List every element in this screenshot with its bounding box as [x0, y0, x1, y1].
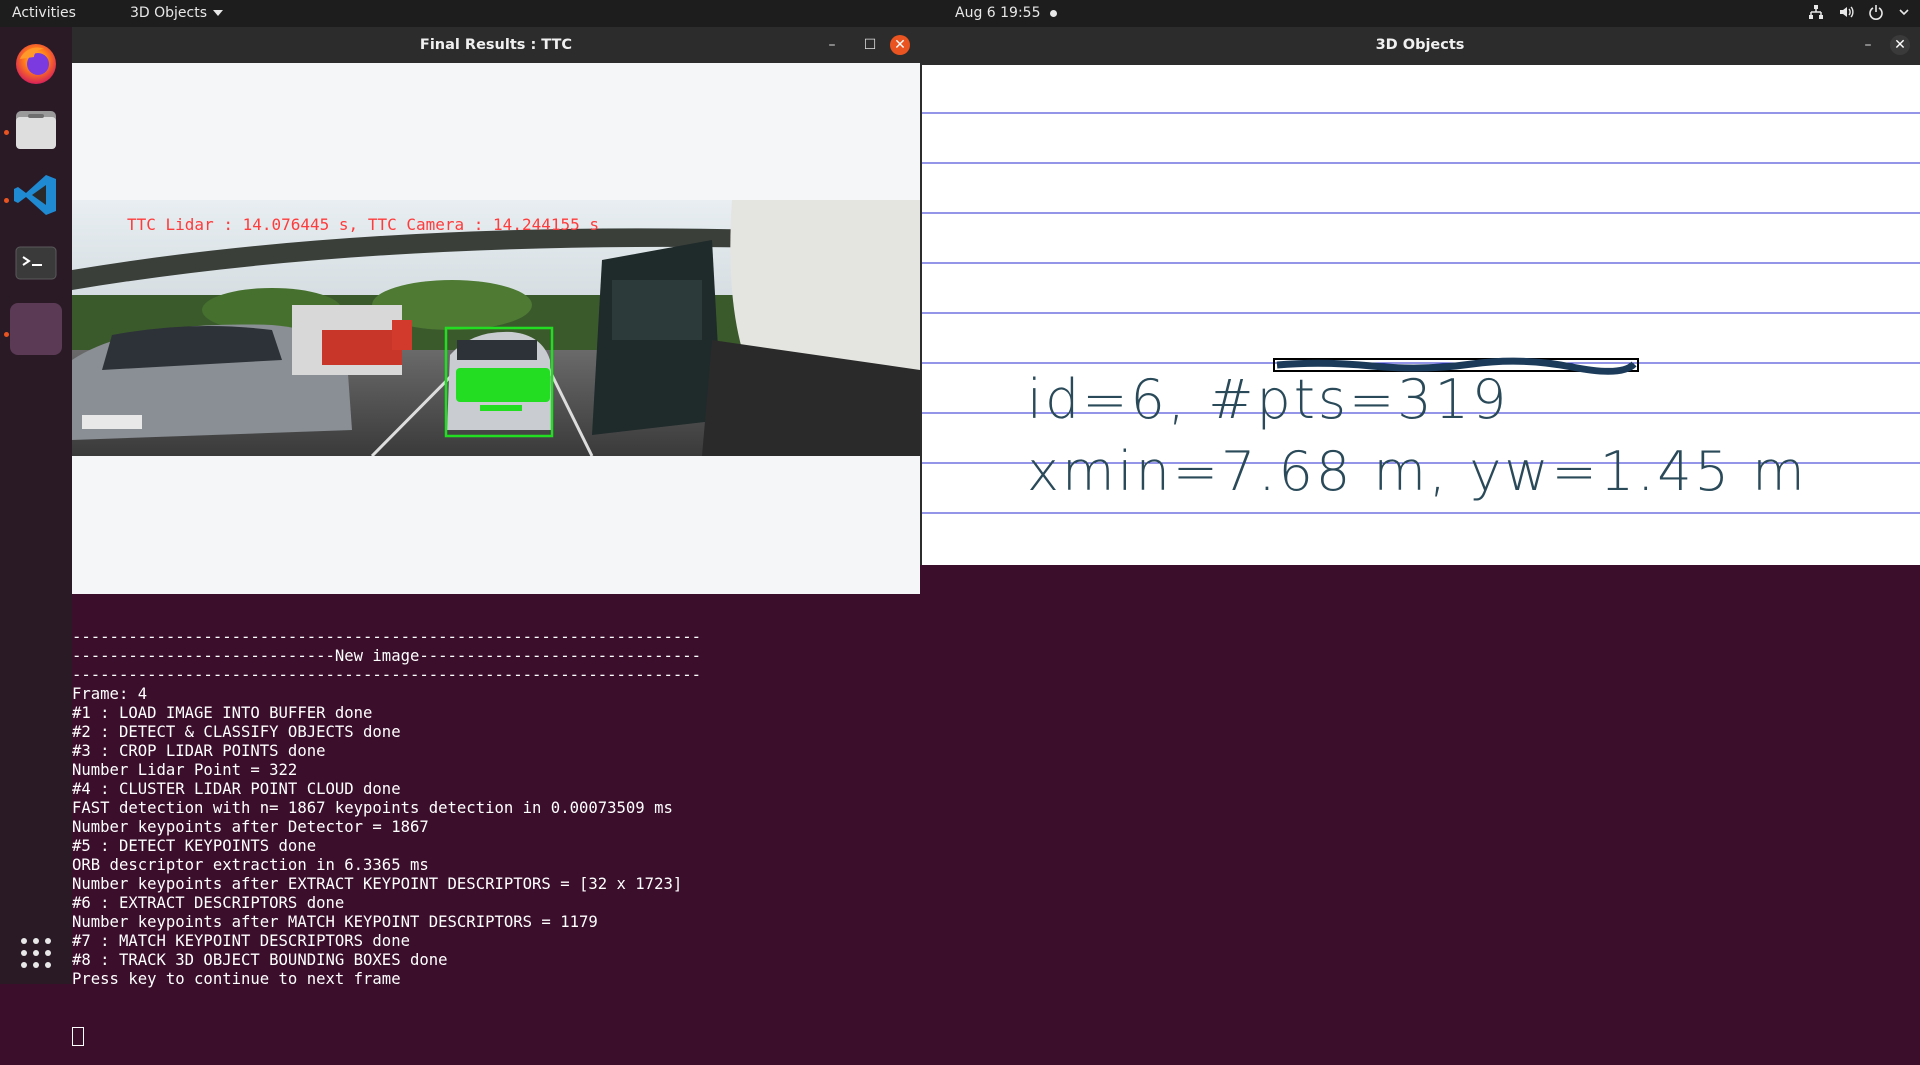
terminal-line: #7 : MATCH KEYPOINT DESCRIPTORS done [72, 932, 410, 950]
camera-frame-image: TTC Lidar : 14.076445 s, TTC Camera : 14… [72, 200, 920, 456]
top-view-canvas: id=6, #pts=319 xmin=7.68 m, yw=1.45 m [922, 65, 1920, 565]
notification-dot-icon [1050, 10, 1057, 17]
dock [0, 27, 72, 984]
system-tray[interactable] [1808, 4, 1910, 24]
power-icon [1868, 4, 1884, 24]
minimize-button[interactable]: – [1858, 35, 1878, 55]
running-indicator [4, 198, 9, 203]
network-icon [1808, 4, 1824, 24]
terminal-line: #1 : LOAD IMAGE INTO BUFFER done [72, 704, 373, 722]
show-apps-icon[interactable] [10, 927, 62, 979]
app-menu[interactable]: 3D Objects [130, 5, 224, 21]
terminal-line: ----------------------------------------… [72, 666, 702, 684]
ttc-window[interactable]: Final Results : TTC – ☐ ✕ TTC Lidar: 14… [72, 27, 920, 594]
terminal-line: ----------------------------New image---… [72, 647, 702, 665]
terminal-line: #2 : DETECT & CLASSIFY OBJECTS done [72, 723, 401, 741]
active-window-icon[interactable] [10, 303, 62, 355]
terminal-line: Press key to continue to next frame [72, 970, 401, 988]
ttc-window-titlebar[interactable]: Final Results : TTC [72, 27, 920, 63]
maximize-button[interactable]: ☐ [860, 35, 880, 55]
terminal-line: Number keypoints after Detector = 1867 [72, 818, 429, 836]
ttc-canvas: TTC Lidar : 14.076445 s, TTC Camera : 14… [72, 63, 920, 594]
terminal-line: Frame: 4 [72, 685, 148, 703]
terminal-line: FAST detection with n= 1867 keypoints de… [72, 799, 673, 817]
chevron-down-icon [213, 10, 224, 16]
running-indicator [4, 130, 9, 135]
app-menu-label: 3D Objects [130, 5, 208, 21]
terminal-line: #8 : TRACK 3D OBJECT BOUNDING BOXES done [72, 951, 448, 969]
terminal-line: #3 : CROP LIDAR POINTS done [72, 742, 326, 760]
close-button[interactable]: ✕ [1890, 35, 1910, 55]
ttc-overlay-text: TTC Lidar : 14.076445 s, TTC Camera : 14… [127, 215, 599, 234]
terminal-line: #4 : CLUSTER LIDAR POINT CLOUD done [72, 780, 401, 798]
object-id-label: id=6, #pts=319 [1027, 368, 1509, 431]
firefox-icon[interactable] [10, 37, 62, 89]
objects-window[interactable]: 3D Objects – ✕ id=6, #pts=319 xmin=7.68 … [920, 27, 1920, 565]
terminal-line: Number keypoints after MATCH KEYPOINT DE… [72, 913, 598, 931]
ttc-window-title: Final Results : TTC [419, 37, 573, 53]
chevron-down-icon [1898, 6, 1910, 22]
close-button[interactable]: ✕ [890, 35, 910, 55]
minimize-button[interactable]: – [822, 35, 842, 55]
terminal-lines: ----------------------------------------… [72, 628, 1920, 989]
terminal-line: ORB descriptor extraction in 6.3365 ms [72, 856, 429, 874]
activities-button[interactable]: Activities [12, 5, 76, 21]
volume-icon [1838, 4, 1854, 24]
terminal-line: ----------------------------------------… [72, 628, 702, 646]
terminal-icon[interactable] [10, 237, 62, 289]
objects-window-title: 3D Objects [1375, 37, 1465, 53]
terminal-line: Number keypoints after EXTRACT KEYPOINT … [72, 875, 683, 893]
vscode-icon[interactable] [10, 169, 62, 221]
top-bar: Activities 3D Objects Aug 6 19:55 [0, 0, 1920, 27]
object-extent-label: xmin=7.68 m, yw=1.45 m [1027, 440, 1808, 503]
terminal-line: Number Lidar Point = 322 [72, 761, 298, 779]
terminal-line: #5 : DETECT KEYPOINTS done [72, 837, 317, 855]
terminal-output[interactable]: ----------------------------------------… [72, 590, 1920, 1046]
files-icon[interactable] [10, 103, 62, 155]
clock[interactable]: Aug 6 19:55 [955, 5, 1041, 21]
terminal-line: #6 : EXTRACT DESCRIPTORS done [72, 894, 345, 912]
running-indicator [4, 332, 9, 337]
terminal-cursor [72, 1027, 84, 1046]
objects-window-titlebar[interactable]: 3D Objects [920, 27, 1920, 63]
